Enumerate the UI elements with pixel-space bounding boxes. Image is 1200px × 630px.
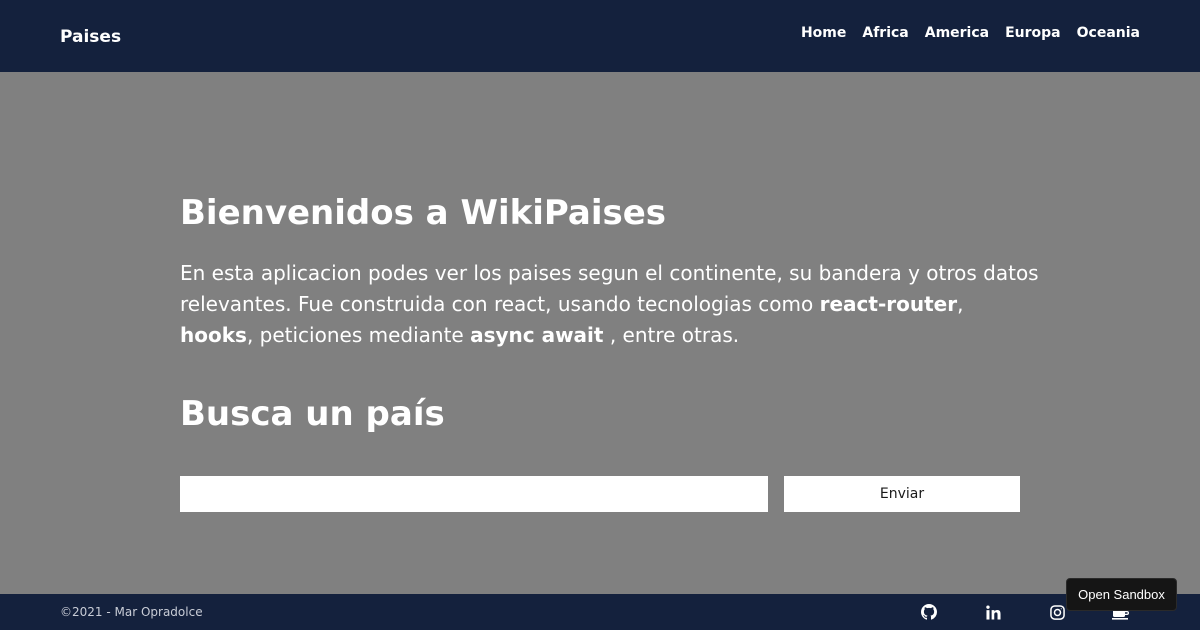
nav-link-africa[interactable]: Africa [862, 25, 908, 41]
intro-bold-hooks: hooks [180, 323, 247, 347]
nav-link-oceania[interactable]: Oceania [1077, 25, 1140, 41]
brand-link[interactable]: Paises [60, 27, 121, 47]
main-content: Bienvenidos a WikiPaises En esta aplicac… [180, 190, 1040, 437]
search-input[interactable] [180, 476, 768, 512]
nav-link-home[interactable]: Home [801, 25, 846, 41]
send-button[interactable]: Enviar [784, 476, 1020, 512]
page-title: Bienvenidos a WikiPaises [180, 193, 667, 233]
footer: ©2021 - Mar Opradolce [0, 594, 1200, 630]
intro-part-4: , entre otras. [603, 323, 740, 347]
intro-bold-async-await: async await [470, 323, 604, 347]
nav-link-europa[interactable]: Europa [1005, 25, 1061, 41]
copyright-text: ©2021 - Mar Opradolce [60, 605, 203, 619]
search-form: Enviar [180, 476, 1020, 512]
github-icon[interactable] [920, 603, 938, 621]
intro-text: En esta aplicacion podes ver los paises … [180, 258, 1040, 351]
intro-bold-react-router: react-router [819, 292, 958, 316]
open-sandbox-button[interactable]: Open Sandbox [1066, 578, 1177, 611]
navbar: Paises Home Africa America Europa Oceani… [0, 0, 1200, 72]
intro-part-2: , [957, 292, 964, 316]
instagram-icon[interactable] [1048, 603, 1066, 621]
nav-link-america[interactable]: America [925, 25, 989, 41]
search-title: Busca un país [180, 394, 445, 434]
linkedin-icon[interactable] [984, 603, 1002, 621]
nav-links: Home Africa America Europa Oceania [801, 25, 1140, 41]
intro-part-3: , peticiones mediante [246, 323, 471, 347]
